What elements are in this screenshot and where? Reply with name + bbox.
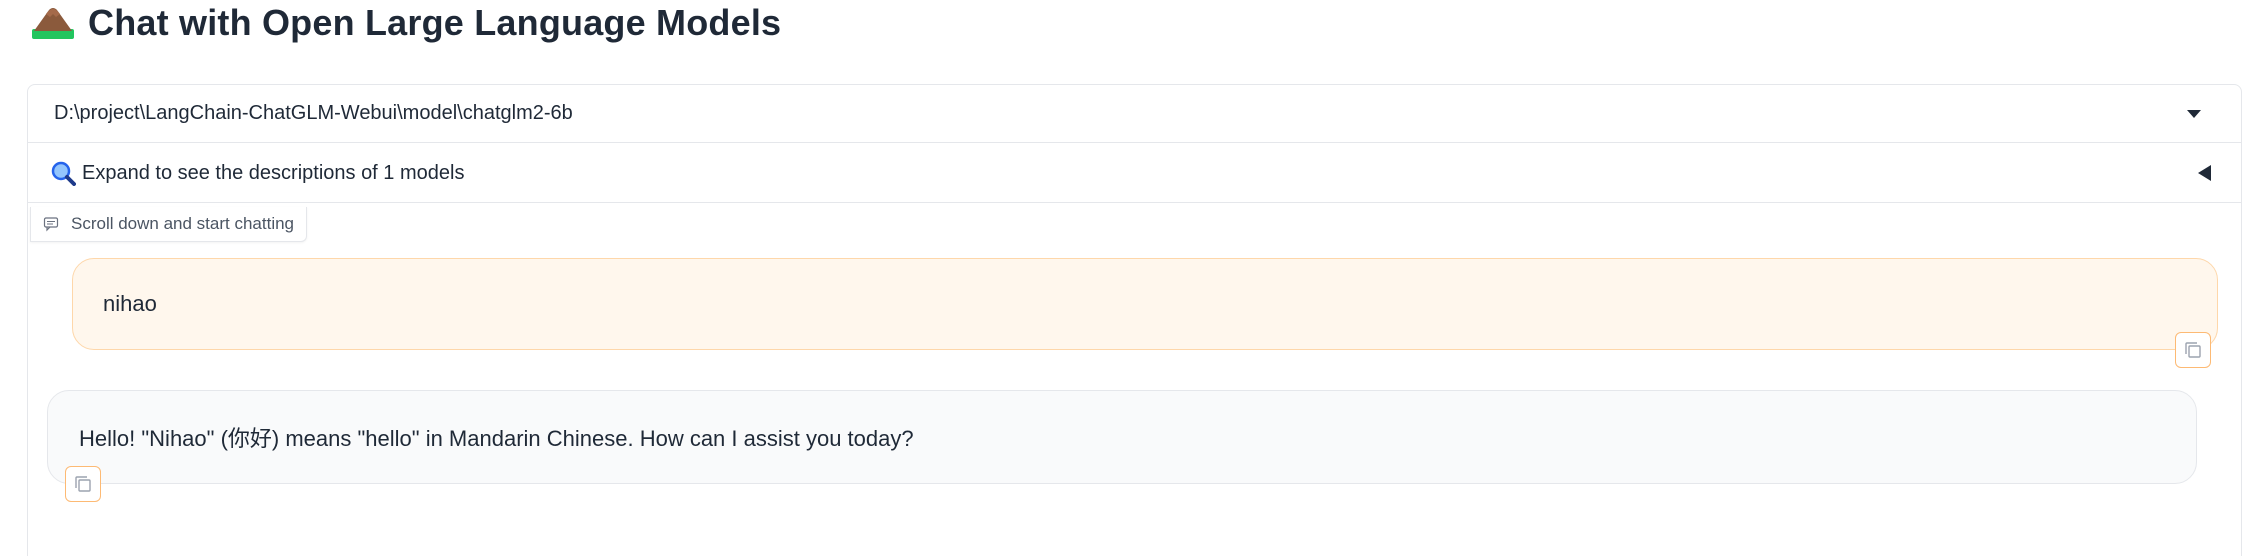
user-message: nihao <box>72 258 2218 350</box>
caret-left-icon[interactable] <box>2198 165 2211 181</box>
caret-down-icon[interactable] <box>2187 109 2201 118</box>
page: Chat with Open Large Language Models D:\… <box>0 0 2259 556</box>
page-title: Chat with Open Large Language Models <box>88 2 782 43</box>
bot-message-text: Hello! "Nihao" (你好) means "hello" in Man… <box>79 426 914 451</box>
chatbot-label-text: Scroll down and start chatting <box>71 214 295 233</box>
chatbot-label: Scroll down and start chatting <box>30 207 308 242</box>
page-header: Chat with Open Large Language Models <box>32 0 781 46</box>
main-panel: D:\project\LangChain-ChatGLM-Webui\model… <box>27 84 2242 556</box>
mountain-icon <box>32 8 74 39</box>
bot-message: Hello! "Nihao" (你好) means "hello" in Man… <box>47 390 2197 484</box>
copy-icon <box>2185 342 2201 358</box>
chat-icon <box>43 217 59 232</box>
accordion-label: Expand to see the descriptions of 1 mode… <box>82 161 465 184</box>
copy-user-message-button[interactable] <box>2175 332 2211 368</box>
magnifier-icon <box>51 161 76 186</box>
model-dropdown-value: D:\project\LangChain-ChatGLM-Webui\model… <box>54 102 573 124</box>
copy-icon <box>75 476 91 492</box>
model-descriptions-accordion[interactable]: Expand to see the descriptions of 1 mode… <box>28 144 2241 203</box>
copy-bot-message-button[interactable] <box>65 466 101 502</box>
user-message-text: nihao <box>103 291 157 316</box>
model-dropdown[interactable]: D:\project\LangChain-ChatGLM-Webui\model… <box>28 85 2241 143</box>
